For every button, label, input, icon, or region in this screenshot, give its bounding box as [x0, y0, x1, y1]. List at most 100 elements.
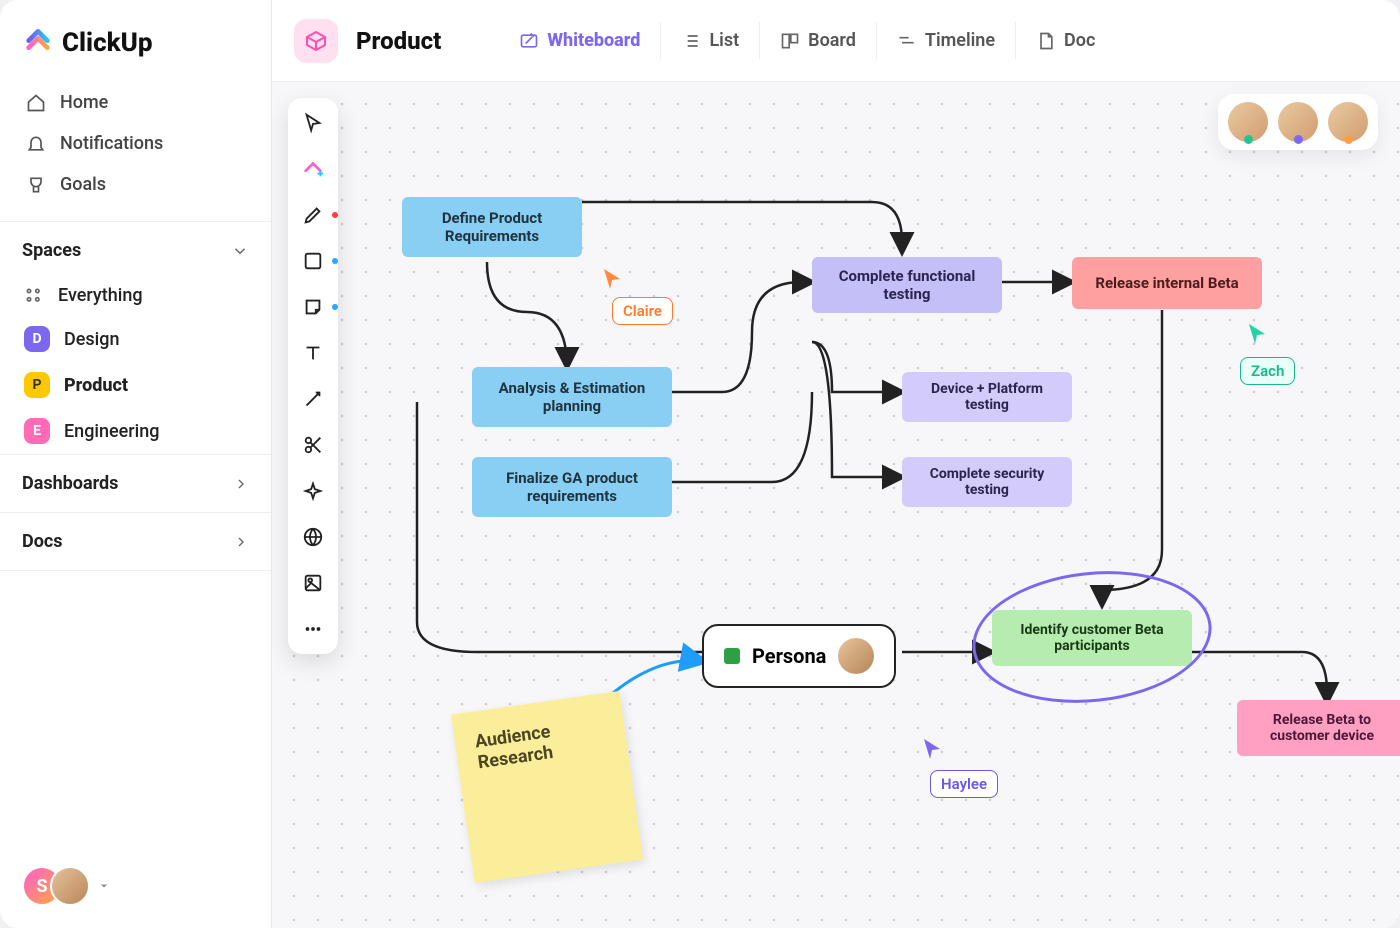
connector-icon [302, 388, 324, 410]
primary-nav: Home Notifications Goals [0, 80, 271, 207]
sticky-text: Audience Research [474, 721, 555, 773]
user-switcher[interactable]: S [22, 866, 110, 906]
square-icon [302, 250, 324, 272]
tab-timeline-label: Timeline [925, 30, 995, 51]
whiteboard-icon [519, 31, 539, 51]
cursor-label-haylee: Haylee [930, 770, 998, 798]
cursor-label-zach: Zach [1240, 357, 1295, 385]
tool-more[interactable] [298, 614, 328, 644]
page-icon [294, 19, 338, 63]
doc-icon [1036, 31, 1056, 51]
tab-board[interactable]: Board [759, 22, 876, 59]
everything-label: Everything [58, 285, 143, 306]
presence-avatar [1278, 102, 1318, 142]
product-badge: P [24, 372, 50, 398]
tab-doc[interactable]: Doc [1015, 22, 1115, 59]
cursor-label-claire: Claire [612, 297, 673, 325]
user-avatar-photo [50, 866, 90, 906]
dashboards-label: Dashboards [22, 473, 118, 494]
tool-ai[interactable] [298, 476, 328, 506]
timeline-icon [897, 31, 917, 51]
tab-list-label: List [709, 30, 739, 51]
tab-whiteboard-label: Whiteboard [547, 30, 640, 51]
list-icon [681, 31, 701, 51]
nav-goals[interactable]: Goals [8, 164, 263, 205]
tool-image[interactable] [298, 568, 328, 598]
sidebar-item-design[interactable]: D Design [0, 316, 271, 362]
whiteboard-canvas[interactable]: Define Product Requirements Analysis & E… [272, 82, 1400, 928]
product-label: Product [64, 375, 128, 396]
image-icon [302, 572, 324, 594]
nav-notifications[interactable]: Notifications [8, 123, 263, 164]
persona-card[interactable]: Persona [702, 624, 896, 688]
bell-icon [26, 134, 46, 154]
clickup-logo-icon [24, 29, 52, 57]
text-icon [302, 342, 324, 364]
brand-text: ClickUp [62, 28, 153, 58]
card-define[interactable]: Define Product Requirements [402, 197, 582, 257]
pointer-icon [302, 112, 324, 134]
card-release-internal[interactable]: Release internal Beta [1072, 257, 1262, 309]
grid-dots-icon [24, 286, 44, 306]
pen-icon [302, 204, 324, 226]
sticky-icon [302, 296, 324, 318]
persona-label: Persona [752, 644, 826, 668]
spaces-header[interactable]: Spaces [0, 222, 271, 275]
sticky-note[interactable]: Audience Research [451, 691, 643, 883]
page-title: Product [356, 27, 441, 55]
docs-label: Docs [22, 531, 62, 552]
tab-timeline[interactable]: Timeline [876, 22, 1015, 59]
sidebar-docs[interactable]: Docs [0, 513, 271, 571]
engineering-label: Engineering [64, 421, 159, 442]
cursor-zach-icon [1247, 322, 1267, 346]
sidebar: ClickUp Home Notifications Goals Spaces [0, 0, 272, 928]
presence-avatars[interactable] [1218, 94, 1378, 150]
brand-logo[interactable]: ClickUp [0, 0, 271, 80]
main-area: Product Whiteboard List Board Timeline [272, 0, 1400, 928]
tool-text[interactable] [298, 338, 328, 368]
trophy-icon [26, 175, 46, 195]
sidebar-item-engineering[interactable]: E Engineering [0, 408, 271, 454]
spaces-title: Spaces [22, 240, 81, 261]
design-label: Design [64, 329, 119, 350]
clickup-add-icon [302, 158, 324, 180]
sidebar-dashboards[interactable]: Dashboards [0, 455, 271, 513]
cursor-claire-icon [602, 267, 622, 291]
view-tabs: Whiteboard List Board Timeline Doc [499, 22, 1115, 59]
tool-sticky[interactable] [298, 292, 328, 322]
tool-web[interactable] [298, 522, 328, 552]
tab-board-label: Board [808, 30, 856, 51]
card-finalize[interactable]: Finalize GA product requirements [472, 457, 672, 517]
globe-icon [302, 526, 324, 548]
chevron-right-icon [233, 534, 249, 550]
card-functional[interactable]: Complete functional testing [812, 257, 1002, 313]
more-icon [302, 618, 324, 640]
tool-scissors[interactable] [298, 430, 328, 460]
tab-doc-label: Doc [1064, 30, 1095, 51]
sparkle-icon [302, 480, 324, 502]
card-release-customer[interactable]: Release Beta to customer device [1237, 700, 1400, 756]
tool-select[interactable] [298, 108, 328, 138]
home-icon [26, 93, 46, 113]
chevron-down-icon [231, 242, 249, 260]
presence-avatar [1228, 102, 1268, 142]
caret-down-icon [98, 880, 110, 892]
tab-list[interactable]: List [660, 22, 759, 59]
sidebar-item-everything[interactable]: Everything [0, 275, 271, 316]
nav-home-label: Home [60, 92, 108, 113]
scissors-icon [302, 434, 324, 456]
tool-clickup[interactable] [298, 154, 328, 184]
tool-pen[interactable] [298, 200, 328, 230]
card-device[interactable]: Device + Platform testing [902, 372, 1072, 422]
card-analysis[interactable]: Analysis & Estimation planning [472, 367, 672, 427]
chevron-right-icon [233, 476, 249, 492]
cursor-haylee-icon [922, 737, 942, 761]
tool-connector[interactable] [298, 384, 328, 414]
board-icon [780, 31, 800, 51]
design-badge: D [24, 326, 50, 352]
tab-whiteboard[interactable]: Whiteboard [499, 22, 660, 59]
sidebar-item-product[interactable]: P Product [0, 362, 271, 408]
tool-shape[interactable] [298, 246, 328, 276]
card-security[interactable]: Complete security testing [902, 457, 1072, 507]
nav-home[interactable]: Home [8, 82, 263, 123]
